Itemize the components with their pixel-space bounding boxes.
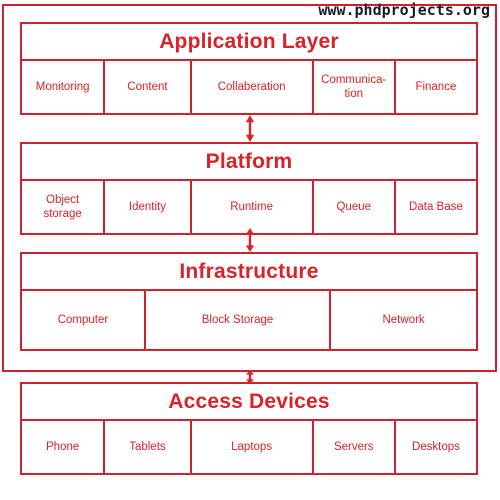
layer-infrastructure-cells: Computer Block Storage Network: [22, 291, 476, 349]
layer-platform-title: Platform: [22, 144, 476, 181]
cell-phone[interactable]: Phone: [22, 421, 106, 473]
cell-object-storage[interactable]: Object storage: [22, 181, 106, 233]
layer-application-title: Application Layer: [22, 24, 476, 61]
layer-application: Application Layer Monitoring Content Col…: [20, 22, 478, 115]
cell-computer[interactable]: Computer: [22, 291, 146, 349]
layer-application-cells: Monitoring Content Collaberation Communi…: [22, 61, 476, 113]
diagram-canvas: www.phdprojects.org Application Layer Mo…: [0, 0, 500, 500]
layer-access-devices-title: Access Devices: [22, 384, 476, 421]
cell-collaberation[interactable]: Collaberation: [192, 61, 314, 113]
cell-laptops[interactable]: Laptops: [192, 421, 314, 473]
cell-monitoring[interactable]: Monitoring: [22, 61, 106, 113]
cell-servers[interactable]: Servers: [314, 421, 396, 473]
connector-application-platform: [243, 115, 257, 142]
cell-desktops[interactable]: Desktops: [396, 421, 476, 473]
layer-platform-cells: Object storage Identity Runtime Queue Dat…: [22, 181, 476, 233]
layer-access-devices: Access Devices Phone Tablets Laptops Ser…: [20, 382, 478, 475]
layer-access-devices-cells: Phone Tablets Laptops Servers Desktops: [22, 421, 476, 473]
cell-communication[interactable]: Communica-tion: [314, 61, 396, 113]
cell-queue[interactable]: Queue: [314, 181, 396, 233]
cell-content[interactable]: Content: [105, 61, 192, 113]
layer-infrastructure: Infrastructure Computer Block Storage Ne…: [20, 252, 478, 351]
layer-platform: Platform Object storage Identity Runtime …: [20, 142, 478, 235]
cell-runtime[interactable]: Runtime: [192, 181, 314, 233]
cell-data-base[interactable]: Data Base: [396, 181, 476, 233]
cell-tablets[interactable]: Tablets: [105, 421, 192, 473]
cell-identity[interactable]: Identity: [105, 181, 192, 233]
cell-finance[interactable]: Finance: [396, 61, 476, 113]
layer-infrastructure-title: Infrastructure: [22, 254, 476, 291]
watermark-text: www.phdprojects.org: [318, 1, 490, 19]
connector-platform-infrastructure: [243, 228, 257, 252]
cell-block-storage[interactable]: Block Storage: [146, 291, 332, 349]
cell-network[interactable]: Network: [331, 291, 476, 349]
